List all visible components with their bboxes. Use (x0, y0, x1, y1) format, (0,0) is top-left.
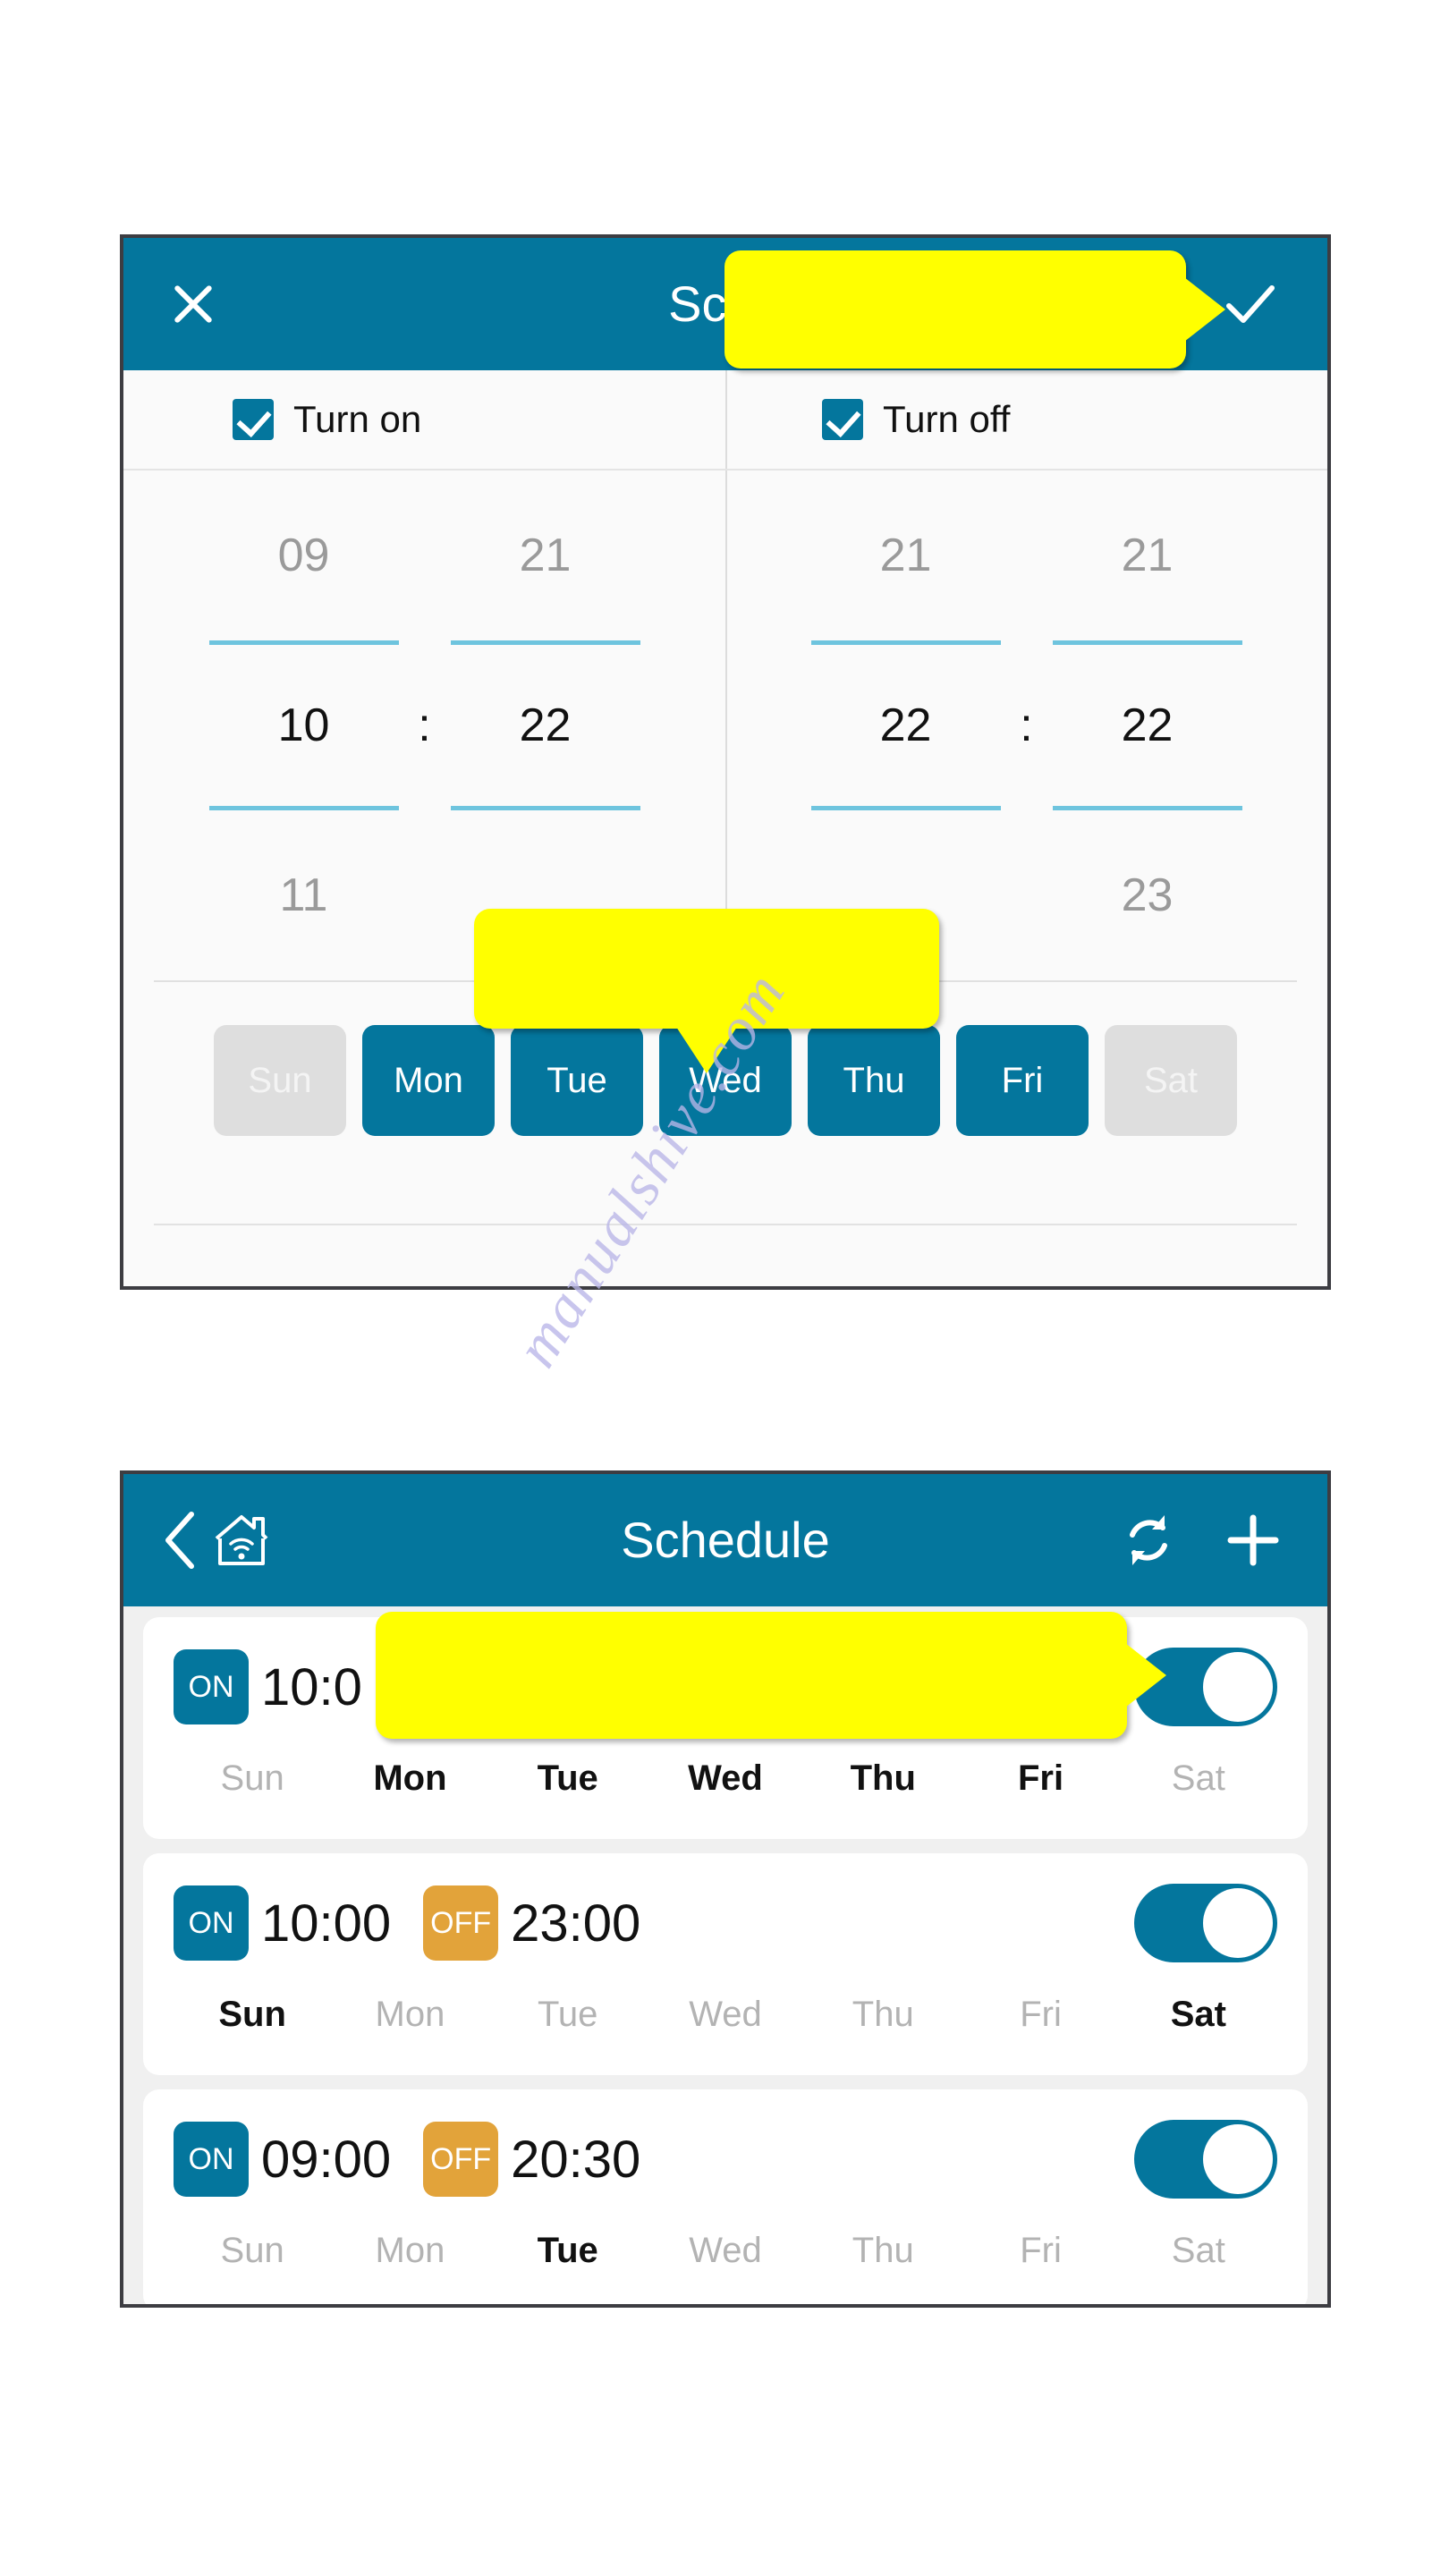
edit-schedule-panel: Sche Turn on Turn off 09 10 11 (120, 234, 1331, 1290)
on-time-separator: : (418, 699, 431, 751)
row-day-sun: Sun (220, 1758, 284, 1798)
on-time: 10:0 (261, 1657, 362, 1716)
on-badge: ON (174, 1649, 249, 1724)
off-time: 23:00 (511, 1894, 641, 1953)
toggle-checkbox-row: Turn on Turn off (123, 370, 1327, 470)
schedule-row-summary: ON 09:00 OFF 20:30 (174, 2109, 1277, 2209)
on-hour-selected[interactable]: 10 (208, 640, 399, 810)
callout-tail-right-icon-2 (1125, 1643, 1166, 1707)
schedule-row[interactable]: ON 09:00 OFF 20:30 Sun Mon Tue Wed Thu Fri Sat (143, 2089, 1308, 2304)
row-day-tue: Tue (537, 1758, 598, 1798)
off-minute-next[interactable]: 23 (1053, 810, 1242, 980)
row-day-sat: Sat (1171, 1758, 1225, 1798)
day-chip-tue[interactable]: Tue (511, 1025, 643, 1136)
row-day-mon: Mon (373, 1758, 447, 1798)
row-day-wed: Wed (688, 1758, 763, 1798)
off-minute-prev[interactable]: 21 (1053, 470, 1242, 640)
row-day-fri: Fri (1017, 1758, 1064, 1798)
schedule-row[interactable]: ON 10:00 OFF 23:00 Sun Mon Tue Wed Thu Fri Sat (143, 1853, 1308, 2075)
off-hour-prev[interactable]: 21 (811, 470, 1001, 640)
row-day-mon: Mon (375, 1994, 445, 2034)
off-time-separator: : (1020, 699, 1033, 751)
row-day-fri: Fri (1020, 1994, 1062, 2034)
on-time: 10:00 (261, 1894, 392, 1953)
day-chip-sat[interactable]: Sat (1105, 1025, 1237, 1136)
on-hour-next[interactable]: 11 (209, 810, 399, 980)
row-day-thu: Thu (852, 2230, 914, 2270)
list-page-title: Schedule (621, 1512, 830, 1568)
row-day-thu: Thu (850, 1758, 916, 1798)
time-picker: 09 10 11 : 21 22 21 22 : 21 22 23 (123, 470, 1327, 980)
callout-row-time (376, 1612, 1166, 1739)
schedule-row-summary: ON 10:00 OFF 23:00 (174, 1873, 1277, 1973)
turn-off-label: Turn off (883, 398, 1011, 440)
on-minute-selected[interactable]: 22 (450, 640, 640, 810)
on-time: 09:00 (261, 2130, 392, 2189)
callout-minute (474, 909, 939, 1073)
schedule-row-toggle[interactable] (1134, 1884, 1277, 1962)
row-day-tue: Tue (537, 2230, 598, 2270)
callout-tail-right-icon (1184, 277, 1225, 342)
turn-on-label: Turn on (293, 398, 422, 440)
screenshot-root: Sche Turn on Turn off 09 10 11 (0, 0, 1449, 2576)
off-hour-selected[interactable]: 22 (810, 640, 1001, 810)
day-chip-fri[interactable]: Fri (956, 1025, 1089, 1136)
row-day-sat: Sat (1170, 1994, 1226, 2034)
off-badge: OFF (423, 2122, 499, 2197)
turn-off-time-picker: 21 22 : 21 22 23 (725, 470, 1327, 980)
on-badge: ON (174, 1885, 249, 1961)
off-hour-column[interactable]: 21 22 (810, 470, 1001, 980)
close-icon[interactable] (168, 279, 218, 329)
row-day-sun: Sun (220, 2230, 284, 2270)
on-hour-prev[interactable]: 09 (209, 470, 399, 640)
turn-on-checkbox-group[interactable]: Turn on (123, 370, 725, 469)
panel-bottom-rule (154, 1224, 1297, 1225)
callout-tail-down-icon (676, 1027, 737, 1073)
list-appbar: Schedule (123, 1474, 1327, 1606)
off-minute-column[interactable]: 21 22 23 (1052, 470, 1242, 980)
off-time: 20:30 (511, 2130, 641, 2189)
row-day-tue: Tue (537, 1994, 598, 2034)
turn-on-checkbox[interactable] (233, 399, 274, 440)
schedule-list-panel: Schedule ON 10:0 Sun Mon Tue Wed Thu Fri… (120, 1470, 1331, 2308)
row-day-thu: Thu (852, 1994, 914, 2034)
turn-on-time-picker: 09 10 11 : 21 22 (123, 470, 725, 980)
day-chip-sun[interactable]: Sun (214, 1025, 346, 1136)
day-chip-thu[interactable]: Thu (808, 1025, 940, 1136)
on-minute-column[interactable]: 21 22 (450, 470, 640, 980)
check-icon[interactable] (1222, 275, 1279, 333)
on-hour-column[interactable]: 09 10 11 (208, 470, 399, 980)
row-day-wed: Wed (689, 2230, 762, 2270)
off-minute-selected[interactable]: 22 (1052, 640, 1242, 810)
schedule-row-days: Sun Mon Tue Wed Thu Fri Sat (174, 2209, 1277, 2292)
row-day-sun: Sun (218, 1994, 286, 2034)
callout-title (724, 250, 1225, 369)
on-minute-prev[interactable]: 21 (451, 470, 640, 640)
schedule-row-days: Sun Mon Tue Wed Thu Fri Sat (174, 1973, 1277, 2055)
turn-off-checkbox[interactable] (822, 399, 863, 440)
on-badge: ON (174, 2122, 249, 2197)
schedule-row-toggle[interactable] (1134, 2120, 1277, 2199)
off-badge: OFF (423, 1885, 499, 1961)
schedule-row-days: Sun Mon Tue Wed Thu Fri Sat (174, 1737, 1277, 1819)
row-day-fri: Fri (1020, 2230, 1062, 2270)
row-day-mon: Mon (375, 2230, 445, 2270)
day-chip-mon[interactable]: Mon (362, 1025, 495, 1136)
row-day-sat: Sat (1171, 2230, 1225, 2270)
row-day-wed: Wed (689, 1994, 762, 2034)
turn-off-checkbox-group[interactable]: Turn off (725, 370, 1327, 469)
